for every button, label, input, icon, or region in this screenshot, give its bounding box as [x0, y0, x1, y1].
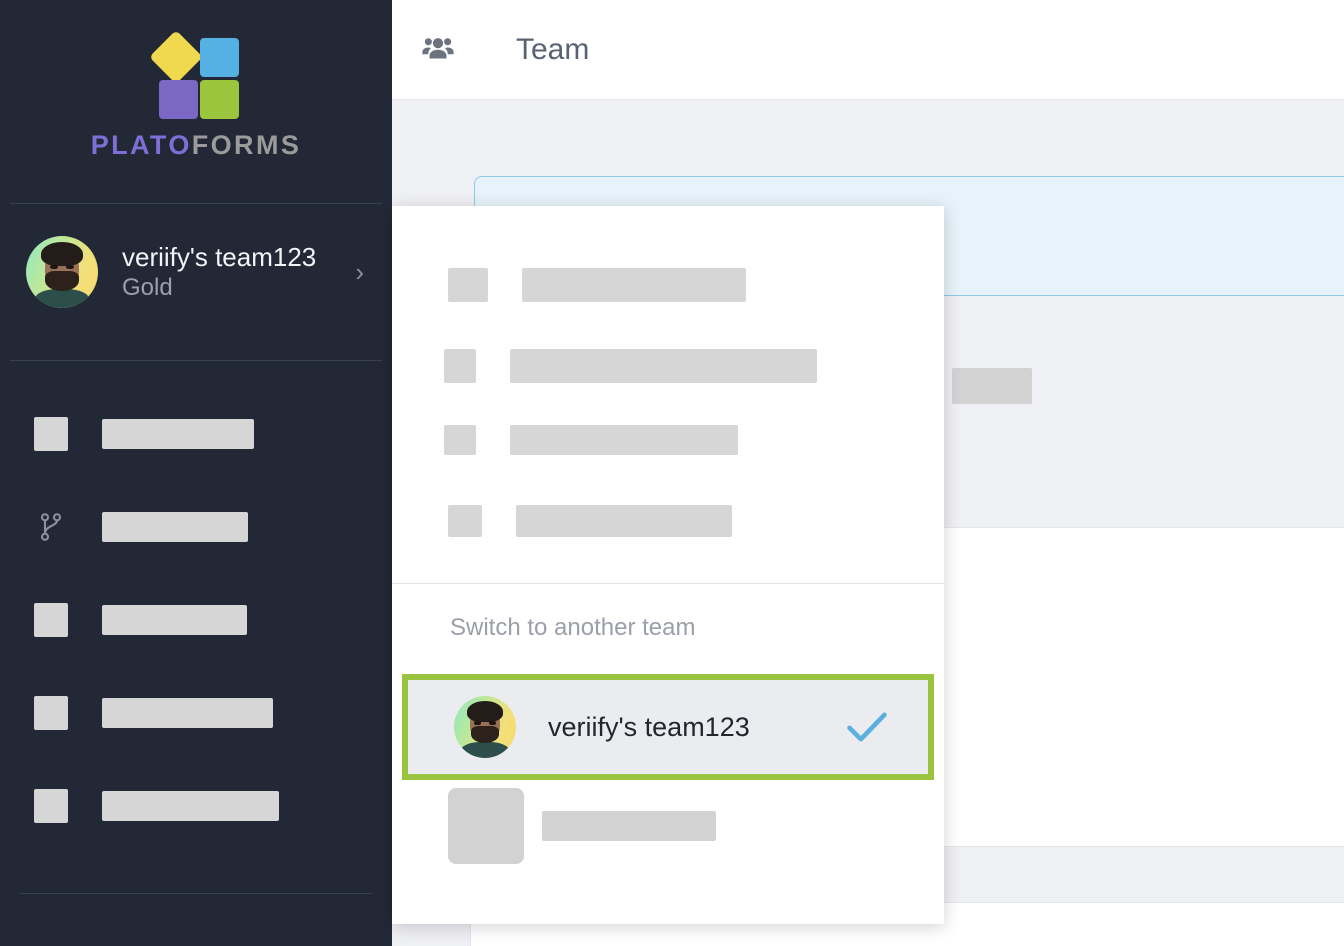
- dropdown-menu-item-label: [510, 349, 817, 383]
- page-title: Team: [516, 33, 589, 67]
- brand-text-plato: PLATO: [91, 130, 192, 160]
- chevron-right-icon[interactable]: ›: [355, 257, 364, 288]
- dropdown-menu-item-label: [516, 505, 732, 537]
- avatar: [26, 236, 98, 308]
- redacted-square-icon: [448, 268, 488, 302]
- redacted-square-icon: [444, 349, 476, 383]
- sidebar-divider-top: [10, 203, 382, 204]
- sidebar-account-switcher[interactable]: veriify's team123 Gold ›: [0, 226, 392, 318]
- sidebar-item-label: [102, 419, 254, 449]
- redacted-square-icon: [34, 696, 68, 730]
- dropdown-menu-item-label: [510, 425, 738, 455]
- dropdown-team-option-other[interactable]: [392, 788, 944, 864]
- logo-square-green-icon: [200, 80, 239, 119]
- avatar: [454, 696, 516, 758]
- dropdown-menu-section: [392, 206, 944, 537]
- sidebar-item-label: [102, 698, 273, 728]
- sidebar-divider-bottom: [20, 893, 372, 894]
- brand-text-forms: FORMS: [192, 130, 302, 160]
- sidebar-item-2[interactable]: [0, 504, 392, 550]
- dropdown-team-name-redacted: [542, 811, 716, 841]
- account-plan-badge: Gold: [122, 273, 355, 303]
- platoforms-logo-mark: [157, 32, 235, 110]
- sidebar-divider-middle: [10, 360, 382, 361]
- brand-wordmark: PLATOFORMS: [91, 130, 302, 161]
- checkmark-icon: [846, 711, 888, 743]
- sidebar-item-3[interactable]: [0, 597, 392, 643]
- logo-square-blue-icon: [200, 38, 239, 77]
- dropdown-team-option-selected[interactable]: veriify's team123: [402, 674, 934, 780]
- dropdown-menu-item-3[interactable]: [392, 425, 944, 455]
- account-team-name: veriify's team123: [122, 241, 355, 274]
- sidebar-nav: [0, 411, 392, 829]
- switch-team-heading: Switch to another team: [392, 584, 944, 642]
- background-placeholder-block: [952, 368, 1032, 404]
- sidebar: PLATOFORMS veriify's team123 Gold ›: [0, 0, 392, 946]
- sidebar-item-label: [102, 791, 279, 821]
- dropdown-menu-item-2[interactable]: [392, 349, 944, 383]
- team-group-icon: [418, 30, 458, 70]
- dropdown-menu-item-4[interactable]: [392, 505, 944, 537]
- redacted-square-icon: [444, 425, 476, 455]
- logo-square-purple-icon: [159, 80, 198, 119]
- sidebar-item-label: [102, 512, 248, 542]
- team-switcher-dropdown: Switch to another team veriify's team123: [392, 206, 944, 924]
- redacted-square-icon: [34, 789, 68, 823]
- top-bar: Team: [392, 0, 1344, 100]
- logo-diamond-yellow-icon: [149, 30, 203, 84]
- git-branch-icon: [34, 510, 68, 544]
- dropdown-team-name: veriify's team123: [548, 712, 846, 743]
- sidebar-item-5[interactable]: [0, 783, 392, 829]
- redacted-square-icon: [34, 603, 68, 637]
- app-root: Team PLATOFORMS: [0, 0, 1344, 946]
- redacted-avatar-icon: [448, 788, 524, 864]
- sidebar-item-label: [102, 605, 247, 635]
- account-labels: veriify's team123 Gold: [122, 241, 355, 304]
- brand-logo[interactable]: PLATOFORMS: [0, 0, 392, 161]
- redacted-square-icon: [448, 505, 482, 537]
- redacted-square-icon: [34, 417, 68, 451]
- dropdown-menu-item-1[interactable]: [392, 268, 944, 302]
- dropdown-menu-item-label: [522, 268, 746, 302]
- sidebar-item-4[interactable]: [0, 690, 392, 736]
- sidebar-item-1[interactable]: [0, 411, 392, 457]
